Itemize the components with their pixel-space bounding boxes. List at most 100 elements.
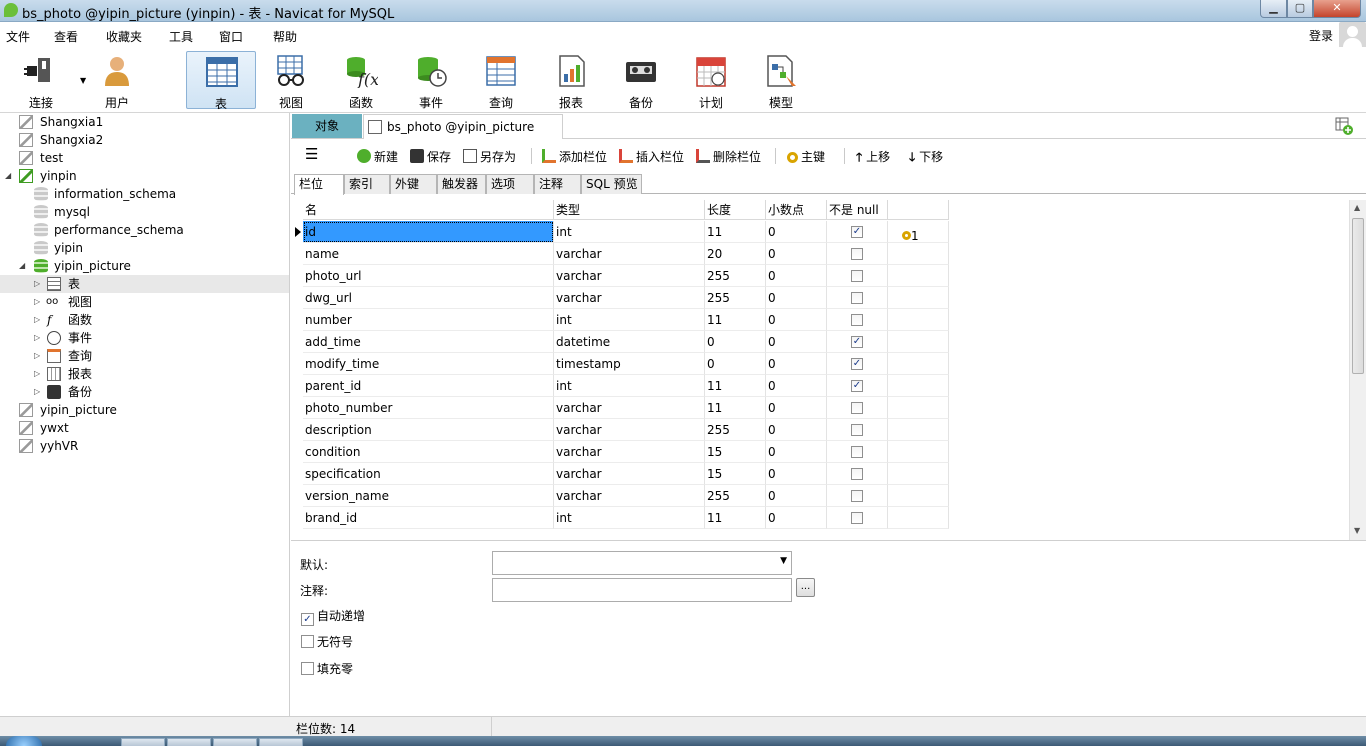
not-null-checkbox[interactable]: ✓ bbox=[851, 380, 863, 392]
collapse-arrow-icon[interactable]: ◢ bbox=[5, 167, 15, 185]
not-null-checkbox[interactable] bbox=[851, 314, 863, 326]
cell-name[interactable]: id bbox=[303, 221, 554, 243]
cell-length[interactable]: 15 bbox=[705, 441, 766, 463]
zerofill-checkbox[interactable]: 填充零 bbox=[301, 660, 353, 677]
minimize-button[interactable]: ▁ bbox=[1260, 0, 1287, 18]
tree-item-shangxia2[interactable]: Shangxia2 bbox=[0, 131, 289, 149]
chevron-down-icon[interactable]: ▼ bbox=[780, 556, 787, 566]
column-header-length[interactable]: 长度 bbox=[705, 200, 766, 220]
maximize-button[interactable]: ▢ bbox=[1287, 0, 1313, 18]
tree-item-yinpin[interactable]: ◢ yinpin bbox=[0, 167, 289, 185]
checkbox-box[interactable] bbox=[301, 635, 314, 648]
cell-name[interactable]: name bbox=[303, 243, 554, 265]
table-row[interactable]: number int 11 0 bbox=[291, 309, 951, 331]
start-orb-icon[interactable] bbox=[6, 736, 42, 746]
close-button[interactable]: ✕ bbox=[1313, 0, 1361, 18]
tree-item-yipin[interactable]: yipin bbox=[0, 239, 289, 257]
menu-favorites[interactable]: 收藏夹 bbox=[106, 28, 142, 45]
toolbar-connect-button[interactable]: ▼ 连接 bbox=[6, 51, 86, 110]
menu-tools[interactable]: 工具 bbox=[169, 28, 193, 45]
cell-length[interactable]: 0 bbox=[705, 353, 766, 375]
cell-decimals[interactable]: 0 bbox=[766, 221, 827, 243]
save-button[interactable]: 保存 bbox=[410, 148, 451, 165]
cell-name[interactable]: add_time bbox=[303, 331, 554, 353]
cell-name[interactable]: description bbox=[303, 419, 554, 441]
tree-item-views[interactable]: ▷ oo 视图 bbox=[0, 293, 289, 311]
expand-arrow-icon[interactable]: ▷ bbox=[34, 329, 44, 347]
save-as-button[interactable]: 另存为 bbox=[463, 148, 516, 165]
cell-length[interactable]: 11 bbox=[705, 507, 766, 529]
cell-type[interactable]: varchar bbox=[554, 419, 705, 441]
checkbox-box[interactable] bbox=[301, 662, 314, 675]
table-row[interactable]: condition varchar 15 0 bbox=[291, 441, 951, 463]
cell-type[interactable]: datetime bbox=[554, 331, 705, 353]
toolbar-table-button[interactable]: 表 bbox=[186, 51, 256, 111]
column-header-not-null[interactable]: 不是 null bbox=[827, 200, 888, 220]
move-down-button[interactable]: 🡓 下移 bbox=[909, 148, 943, 169]
tab-foreign-keys[interactable]: 外键 bbox=[390, 174, 437, 194]
new-tab-icon[interactable] bbox=[1334, 116, 1354, 136]
table-row[interactable]: id int 11 0 ✓ 1 bbox=[291, 221, 951, 243]
tree-item-shangxia1[interactable]: Shangxia1 bbox=[0, 113, 289, 131]
taskbar-button[interactable] bbox=[213, 738, 257, 746]
column-header-name[interactable]: 名 bbox=[303, 200, 554, 220]
menu-window[interactable]: 窗口 bbox=[219, 28, 243, 45]
tree-item-reports[interactable]: ▷ 报表 bbox=[0, 365, 289, 383]
table-row[interactable]: photo_url varchar 255 0 bbox=[291, 265, 951, 287]
cell-length[interactable]: 15 bbox=[705, 463, 766, 485]
avatar[interactable] bbox=[1339, 22, 1366, 49]
cell-name[interactable]: specification bbox=[303, 463, 554, 485]
cell-type[interactable]: varchar bbox=[554, 265, 705, 287]
not-null-checkbox[interactable] bbox=[851, 292, 863, 304]
cell-key[interactable] bbox=[888, 265, 949, 287]
tree-item-backups[interactable]: ▷ 备份 bbox=[0, 383, 289, 401]
table-row[interactable]: parent_id int 11 0 ✓ bbox=[291, 375, 951, 397]
comment-field[interactable] bbox=[492, 578, 792, 602]
table-row[interactable]: add_time datetime 0 0 ✓ bbox=[291, 331, 951, 353]
expand-arrow-icon[interactable]: ▷ bbox=[34, 293, 44, 311]
cell-name[interactable]: number bbox=[303, 309, 554, 331]
cell-name[interactable]: photo_url bbox=[303, 265, 554, 287]
expand-arrow-icon[interactable]: ▷ bbox=[34, 311, 44, 329]
cell-length[interactable]: 255 bbox=[705, 419, 766, 441]
cell-key[interactable] bbox=[888, 375, 949, 397]
expand-arrow-icon[interactable]: ▷ bbox=[34, 275, 44, 293]
cell-key[interactable] bbox=[888, 485, 949, 507]
cell-type[interactable]: int bbox=[554, 309, 705, 331]
checkbox-box[interactable]: ✓ bbox=[301, 613, 314, 626]
table-row[interactable]: photo_number varchar 11 0 bbox=[291, 397, 951, 419]
insert-field-button[interactable]: 插入栏位 bbox=[619, 148, 684, 165]
cell-decimals[interactable]: 0 bbox=[766, 441, 827, 463]
add-field-button[interactable]: 添加栏位 bbox=[542, 148, 607, 165]
cell-name[interactable]: dwg_url bbox=[303, 287, 554, 309]
cell-key[interactable] bbox=[888, 331, 949, 353]
new-button[interactable]: 新建 bbox=[357, 148, 398, 165]
column-header-type[interactable]: 类型 bbox=[554, 200, 705, 220]
move-up-button[interactable]: 🡑 上移 bbox=[856, 148, 890, 169]
cell-type[interactable]: varchar bbox=[554, 441, 705, 463]
toolbar-event-button[interactable]: 事件 bbox=[396, 51, 466, 110]
default-select[interactable]: ▼ bbox=[492, 551, 792, 575]
cell-key[interactable] bbox=[888, 243, 949, 265]
taskbar-button[interactable] bbox=[259, 738, 303, 746]
not-null-checkbox[interactable] bbox=[851, 402, 863, 414]
scrollbar-thumb[interactable] bbox=[1352, 218, 1364, 374]
tab-objects[interactable]: 对象 bbox=[292, 114, 362, 138]
toolbar-function-button[interactable]: f(x) 函数 bbox=[326, 51, 396, 110]
not-null-checkbox[interactable] bbox=[851, 270, 863, 282]
toolbar-user-button[interactable]: 用户 bbox=[82, 51, 152, 110]
cell-key[interactable] bbox=[888, 397, 949, 419]
not-null-checkbox[interactable] bbox=[851, 490, 863, 502]
tree-item-yyhvr[interactable]: yyhVR bbox=[0, 437, 289, 455]
cell-decimals[interactable]: 0 bbox=[766, 331, 827, 353]
tree-item-tables[interactable]: ▷ 表 bbox=[0, 275, 289, 293]
cell-name[interactable]: photo_number bbox=[303, 397, 554, 419]
unsigned-checkbox[interactable]: 无符号 bbox=[301, 633, 353, 650]
table-row[interactable]: dwg_url varchar 255 0 bbox=[291, 287, 951, 309]
primary-key-button[interactable]: 主键 bbox=[787, 148, 825, 165]
cell-decimals[interactable]: 0 bbox=[766, 287, 827, 309]
cell-decimals[interactable]: 0 bbox=[766, 265, 827, 287]
not-null-checkbox[interactable]: ✓ bbox=[851, 336, 863, 348]
table-row[interactable]: version_name varchar 255 0 bbox=[291, 485, 951, 507]
table-row[interactable]: modify_time timestamp 0 0 ✓ bbox=[291, 353, 951, 375]
